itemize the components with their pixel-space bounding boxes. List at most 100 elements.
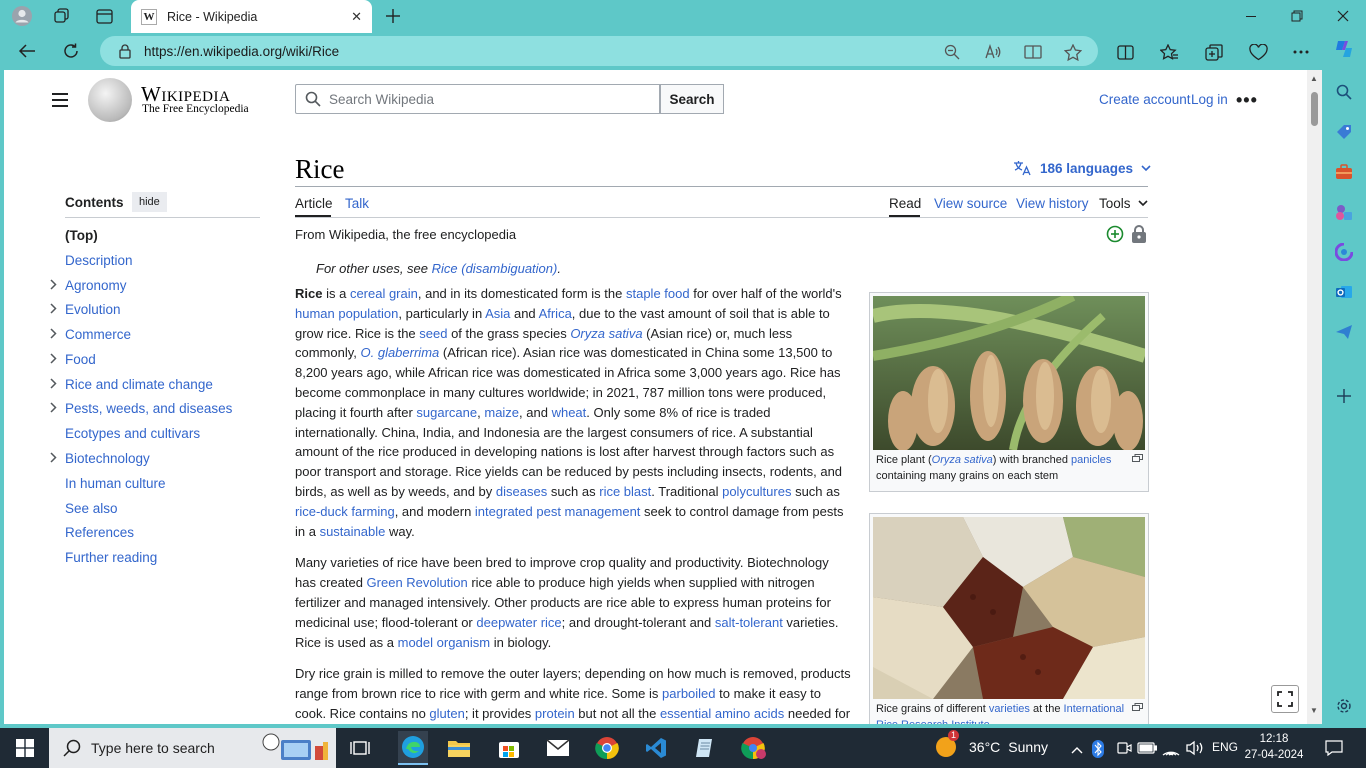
- start-icon[interactable]: [12, 736, 38, 760]
- tab-read[interactable]: Read: [889, 196, 921, 211]
- vertical-tabs-icon[interactable]: [92, 5, 116, 27]
- fullscreen-icon[interactable]: [1271, 685, 1299, 713]
- caption-link-varieties[interactable]: varieties: [989, 703, 1030, 715]
- scroll-down-icon[interactable]: ▼: [1310, 706, 1318, 715]
- toc-expand-chevron-icon[interactable]: [50, 378, 57, 389]
- favorites-icon[interactable]: [1158, 41, 1180, 63]
- toc-item[interactable]: In human culture: [65, 476, 166, 491]
- tab-tools[interactable]: Tools: [1099, 196, 1148, 211]
- page-scrollbar[interactable]: ▲ ▼: [1307, 70, 1322, 724]
- good-article-icon[interactable]: [1106, 225, 1124, 243]
- language-indicator[interactable]: ENG: [1212, 740, 1238, 754]
- link-asia[interactable]: Asia: [485, 306, 510, 321]
- link-model-organism[interactable]: model organism: [398, 635, 491, 650]
- rice-grains-image[interactable]: [873, 517, 1145, 699]
- link-o-glaberrima[interactable]: O. glaberrima: [361, 345, 440, 360]
- mail-icon[interactable]: [545, 736, 571, 760]
- sidebar-copilot-icon[interactable]: [1334, 242, 1354, 262]
- link-polycultures[interactable]: polycultures: [722, 484, 791, 499]
- user-menu-more-icon[interactable]: •••: [1236, 90, 1258, 111]
- copilot-icon[interactable]: [1333, 38, 1355, 60]
- link-rice-blast[interactable]: rice blast: [599, 484, 651, 499]
- back-icon[interactable]: [16, 40, 38, 62]
- workspaces-icon[interactable]: [50, 5, 74, 27]
- toc-expand-chevron-icon[interactable]: [50, 452, 57, 463]
- volume-icon[interactable]: [1182, 736, 1208, 760]
- task-view-icon[interactable]: [347, 736, 373, 760]
- search-highlight-icon[interactable]: [257, 732, 333, 764]
- link-integrated-pest-management[interactable]: integrated pest management: [475, 504, 641, 519]
- link-parboiled[interactable]: parboiled: [662, 686, 716, 701]
- link-salt-tolerant[interactable]: salt-tolerant: [715, 615, 783, 630]
- toc-expand-chevron-icon[interactable]: [50, 328, 57, 339]
- link-maize[interactable]: maize: [484, 405, 519, 420]
- link-essential-amino-acids[interactable]: essential amino acids: [660, 706, 784, 721]
- toc-item[interactable]: Pests, weeds, and diseases: [65, 401, 232, 416]
- read-aloud-icon[interactable]: [982, 41, 1004, 63]
- weather-widget[interactable]: 1 36°C Sunny: [935, 730, 1048, 758]
- toc-item[interactable]: Commerce: [65, 327, 131, 342]
- sidebar-games-icon[interactable]: [1334, 202, 1354, 222]
- restore-icon[interactable]: [1282, 6, 1312, 26]
- collections-icon[interactable]: [1203, 41, 1225, 63]
- close-window-icon[interactable]: [1328, 6, 1358, 26]
- sidebar-settings-icon[interactable]: [1334, 696, 1354, 716]
- toc-item[interactable]: Further reading: [65, 550, 157, 565]
- toc-expand-chevron-icon[interactable]: [50, 303, 57, 314]
- scroll-up-icon[interactable]: ▲: [1310, 74, 1318, 83]
- tab-close-icon[interactable]: ✕: [351, 9, 362, 25]
- scrollbar-thumb[interactable]: [1311, 92, 1318, 126]
- sidebar-add-icon[interactable]: [1334, 386, 1354, 406]
- new-tab-icon[interactable]: [381, 5, 405, 27]
- link-gluten[interactable]: gluten: [429, 706, 464, 721]
- microsoft-store-icon[interactable]: [496, 736, 522, 760]
- tab-article[interactable]: Article: [295, 196, 333, 211]
- meet-now-icon[interactable]: [1110, 736, 1136, 760]
- lock-icon[interactable]: [118, 43, 132, 59]
- notifications-icon[interactable]: [1321, 736, 1347, 760]
- toc-expand-chevron-icon[interactable]: [50, 353, 57, 364]
- sidebar-send-icon[interactable]: [1334, 322, 1354, 342]
- wifi-icon[interactable]: [1158, 736, 1184, 760]
- vscode-icon[interactable]: [643, 736, 669, 760]
- split-screen-icon[interactable]: [1114, 41, 1136, 63]
- link-rice-duck-farming[interactable]: rice-duck farming: [295, 504, 395, 519]
- search-input[interactable]: Search Wikipedia: [295, 84, 660, 114]
- sidebar-tools-icon[interactable]: [1334, 162, 1354, 182]
- toc-item[interactable]: Description: [65, 253, 133, 268]
- tab-view-source[interactable]: View source: [934, 196, 1007, 211]
- toc-item[interactable]: Agronomy: [65, 278, 127, 293]
- link-human-population[interactable]: human population: [295, 306, 398, 321]
- refresh-icon[interactable]: [60, 40, 82, 62]
- link-protein[interactable]: protein: [535, 706, 575, 721]
- toc-item[interactable]: Food: [65, 352, 96, 367]
- disambiguation-link[interactable]: Rice (disambiguation): [432, 261, 558, 276]
- toc-item[interactable]: (Top): [65, 228, 98, 243]
- tab-active[interactable]: W Rice - Wikipedia ✕: [131, 0, 372, 33]
- caption-link-panicles[interactable]: panicles: [1071, 454, 1111, 466]
- wikipedia-globe-logo[interactable]: [88, 78, 132, 122]
- tab-talk[interactable]: Talk: [345, 196, 369, 211]
- enlarge-icon[interactable]: [1132, 454, 1143, 462]
- notepad-icon[interactable]: [692, 736, 718, 760]
- toc-expand-chevron-icon[interactable]: [50, 402, 57, 413]
- toc-item[interactable]: Biotechnology: [65, 451, 150, 466]
- link-cereal-grain[interactable]: cereal grain: [350, 286, 418, 301]
- toc-item[interactable]: See also: [65, 501, 118, 516]
- caption-link-oryza-sativa[interactable]: Oryza sativa: [932, 454, 993, 466]
- link-seed[interactable]: seed: [419, 326, 447, 341]
- toc-item[interactable]: References: [65, 525, 134, 540]
- sidebar-outlook-icon[interactable]: [1334, 282, 1354, 302]
- link-diseases[interactable]: diseases: [496, 484, 547, 499]
- enlarge-icon[interactable]: [1132, 703, 1143, 711]
- toc-item[interactable]: Ecotypes and cultivars: [65, 426, 200, 441]
- language-button[interactable]: 186 languages: [1013, 160, 1151, 176]
- profile-icon[interactable]: [10, 5, 34, 27]
- main-menu-icon[interactable]: [52, 93, 68, 107]
- toc-expand-chevron-icon[interactable]: [50, 279, 57, 290]
- link-wheat[interactable]: wheat: [552, 405, 587, 420]
- taskbar-search-input[interactable]: Type here to search: [49, 728, 336, 768]
- link-deepwater-rice[interactable]: deepwater rice: [476, 615, 561, 630]
- link-oryza-sativa[interactable]: Oryza sativa: [570, 326, 642, 341]
- link-sustainable[interactable]: sustainable: [320, 524, 386, 539]
